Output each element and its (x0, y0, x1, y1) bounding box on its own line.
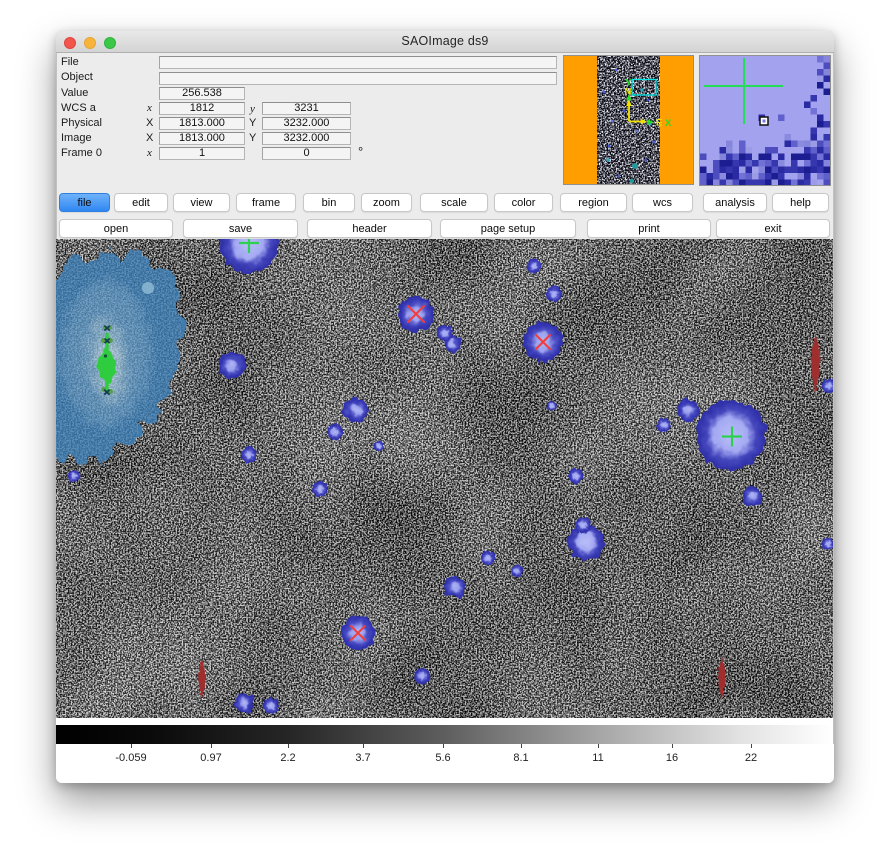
svg-text:E: E (656, 118, 662, 129)
svg-text:X: X (665, 118, 672, 129)
svg-text:N: N (625, 87, 632, 98)
